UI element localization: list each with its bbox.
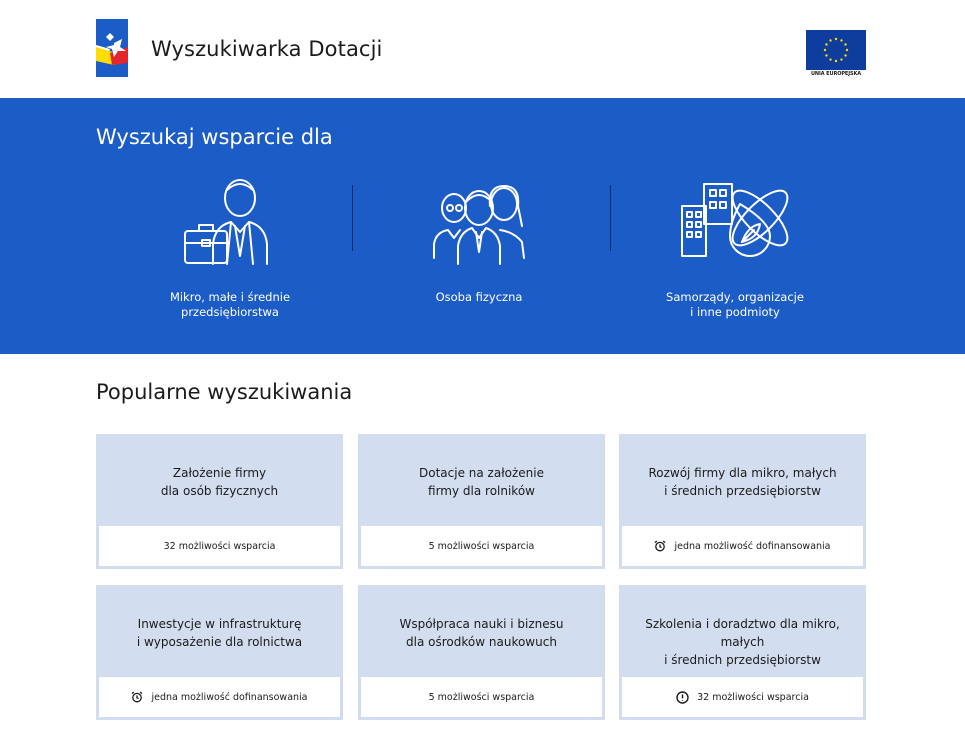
card-title: Współpraca nauki i biznesu dla ośrodków n… xyxy=(399,617,564,649)
popular-card[interactable]: Współpraca nauki i biznesu dla ośrodków n… xyxy=(358,585,605,720)
popular-title: Popularne wyszukiwania xyxy=(96,380,353,404)
card-footer: jedna możliwość dofinansowania xyxy=(622,526,863,566)
card-footer: 32 możliwości wsparcia xyxy=(99,526,340,566)
eu-star xyxy=(840,39,843,42)
card-count: 5 możliwości wsparcia xyxy=(428,540,535,552)
buildings-atom-leaf-icon xyxy=(670,176,800,266)
people-group-icon xyxy=(414,176,544,266)
hero-title: Wyszukaj wsparcie dla xyxy=(96,125,333,149)
eu-star xyxy=(840,58,843,61)
eu-star xyxy=(829,39,832,42)
eu-flag-icon xyxy=(806,30,866,70)
eu-star xyxy=(834,59,838,63)
popular-card[interactable]: Inwestycje w infrastrukturę i wyposażenie… xyxy=(96,585,343,720)
popular-card[interactable]: Założenie firmy dla osób fizycznych 32 mo… xyxy=(96,434,343,569)
target-osoba-fizyczna-label: Osoba fizyczna xyxy=(435,290,523,304)
eu-star xyxy=(844,43,847,46)
target-msp-label: Mikro, małe i średnie przedsiębiorstwa xyxy=(169,290,291,319)
card-footer: jedna możliwość dofinansowania xyxy=(99,677,340,717)
target-samorzady[interactable]: Samorządy, organizacje i inne podmioty xyxy=(605,176,865,326)
businessman-briefcase-icon xyxy=(165,176,295,266)
popular-card[interactable]: Rozwój firmy dla mikro, małych i średnich… xyxy=(619,434,866,569)
alarm-clock-icon xyxy=(132,691,143,703)
alarm-clock-icon xyxy=(655,540,666,552)
card-footer: 5 możliwości wsparcia xyxy=(361,677,602,717)
card-count: 5 możliwości wsparcia xyxy=(428,691,535,703)
popular-card[interactable]: Szkolenia i doradztwo dla mikro, małych i… xyxy=(619,585,866,720)
popular-card[interactable]: Dotacje na założenie firmy dla rolników 5… xyxy=(358,434,605,569)
app-title[interactable]: Wyszukiwarka Dotacji xyxy=(151,37,382,61)
eu-star xyxy=(825,43,828,46)
card-footer: 5 możliwości wsparcia xyxy=(361,526,602,566)
card-title: Szkolenia i doradztwo dla mikro, małych i… xyxy=(645,617,840,667)
card-title: Dotacje na założenie firmy dla rolników xyxy=(419,466,544,498)
page-header: Wyszukiwarka Dotacji UNIA EUROPEJSKA xyxy=(0,0,965,98)
card-count: 32 możliwości wsparcia xyxy=(163,540,276,552)
card-title: Założenie firmy dla osób fizycznych xyxy=(160,466,279,498)
eu-star xyxy=(845,48,849,52)
hero-section: Wyszukaj wsparcie dla Mikro, małe i śred… xyxy=(0,98,965,354)
target-samorzady-label: Samorządy, organizacje i inne podmioty xyxy=(666,290,804,319)
exclamation-circle-icon xyxy=(676,690,689,704)
card-count: jedna możliwość dofinansowania xyxy=(674,540,831,552)
eu-star xyxy=(825,54,828,57)
eu-star xyxy=(844,54,847,57)
eu-star xyxy=(829,58,832,61)
fundusze-europejskie-logo-icon[interactable] xyxy=(96,19,128,77)
card-footer: 32 możliwości wsparcia xyxy=(622,677,863,717)
card-title: Rozwój firmy dla mikro, małych i średnich… xyxy=(648,466,837,498)
target-osoba-fizyczna[interactable]: Osoba fizyczna xyxy=(349,176,609,326)
card-title: Inwestycje w infrastrukturę i wyposażenie… xyxy=(136,617,303,649)
eu-label: UNIA EUROPEJSKA xyxy=(810,71,862,77)
eu-star xyxy=(823,48,827,52)
eu-star xyxy=(834,37,838,41)
target-msp[interactable]: Mikro, małe i średnie przedsiębiorstwa xyxy=(100,176,360,326)
card-count: jedna możliwość dofinansowania xyxy=(151,691,308,703)
card-count: 32 możliwości wsparcia xyxy=(697,691,809,703)
eu-logo: UNIA EUROPEJSKA xyxy=(806,30,866,79)
